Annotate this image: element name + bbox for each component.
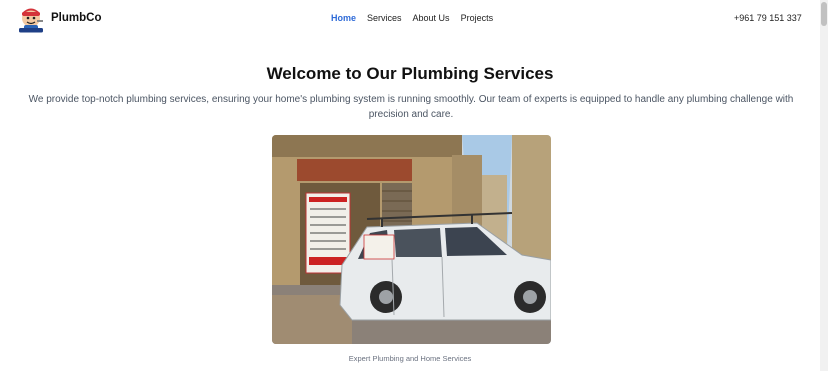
- hero-description: We provide top-notch plumbing services, …: [28, 94, 794, 120]
- hero-title: Welcome to Our Plumbing Services: [266, 64, 554, 83]
- phone-number[interactable]: +961 79 151 337: [734, 13, 802, 23]
- nav-services[interactable]: Services: [367, 13, 402, 23]
- nav-projects[interactable]: Projects: [461, 13, 494, 23]
- plumber-mascot-icon[interactable]: [17, 6, 45, 33]
- nav-home[interactable]: Home: [331, 13, 356, 23]
- image-caption: Expert Plumbing and Home Services: [348, 354, 472, 363]
- navbar: PlumbCo Home Services About Us Projects …: [0, 0, 820, 38]
- hero-image: [272, 135, 551, 344]
- brand-name[interactable]: PlumbCo: [51, 12, 101, 24]
- page-scrollbar[interactable]: [820, 0, 828, 371]
- main-nav: Home Services About Us Projects: [331, 13, 504, 23]
- scrollbar-thumb[interactable]: [821, 2, 827, 26]
- nav-about-us[interactable]: About Us: [413, 13, 450, 23]
